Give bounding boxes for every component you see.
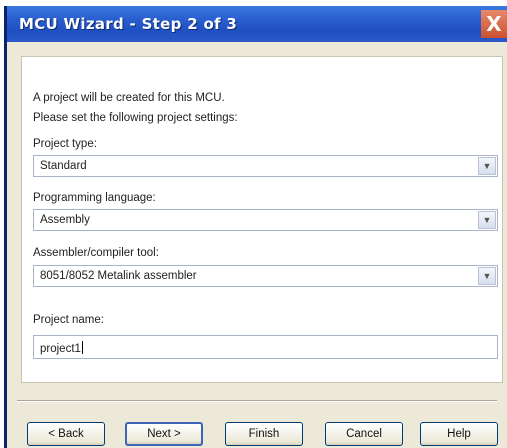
close-button[interactable]: X (481, 10, 507, 38)
window-title: MCU Wizard - Step 2 of 3 (19, 15, 238, 33)
back-button[interactable]: < Back (27, 422, 105, 446)
chevron-down-icon[interactable]: ▼ (478, 211, 496, 229)
close-icon: X (486, 12, 502, 36)
text-caret (81, 341, 83, 354)
project-name-label: Project name: (33, 314, 104, 326)
cancel-button[interactable]: Cancel (325, 422, 403, 446)
programming-language-select[interactable]: Assembly ▼ (33, 209, 498, 231)
project-name-value: project1 (40, 343, 81, 355)
next-button[interactable]: Next > (125, 422, 203, 446)
programming-language-label: Programming language: (33, 192, 156, 204)
tool-select[interactable]: 8051/8052 Metalink assembler ▼ (33, 265, 498, 287)
programming-language-value: Assembly (40, 214, 90, 226)
wizard-window: MCU Wizard - Step 2 of 3 X A project wil… (4, 6, 507, 448)
project-type-select[interactable]: Standard ▼ (33, 155, 498, 177)
project-type-value: Standard (40, 160, 87, 172)
intro-line-2: Please set the following project setting… (33, 112, 238, 124)
chevron-down-icon[interactable]: ▼ (478, 267, 496, 285)
project-type-label: Project type: (33, 138, 97, 150)
title-bar[interactable]: MCU Wizard - Step 2 of 3 X (7, 6, 507, 42)
tool-label: Assembler/compiler tool: (33, 247, 159, 259)
intro-line-1: A project will be created for this MCU. (33, 92, 225, 104)
button-separator (17, 400, 497, 402)
tool-value: 8051/8052 Metalink assembler (40, 270, 197, 282)
help-button[interactable]: Help (420, 422, 498, 446)
finish-button[interactable]: Finish (225, 422, 303, 446)
chevron-down-icon[interactable]: ▼ (478, 157, 496, 175)
project-name-input[interactable]: project1 (33, 335, 498, 359)
